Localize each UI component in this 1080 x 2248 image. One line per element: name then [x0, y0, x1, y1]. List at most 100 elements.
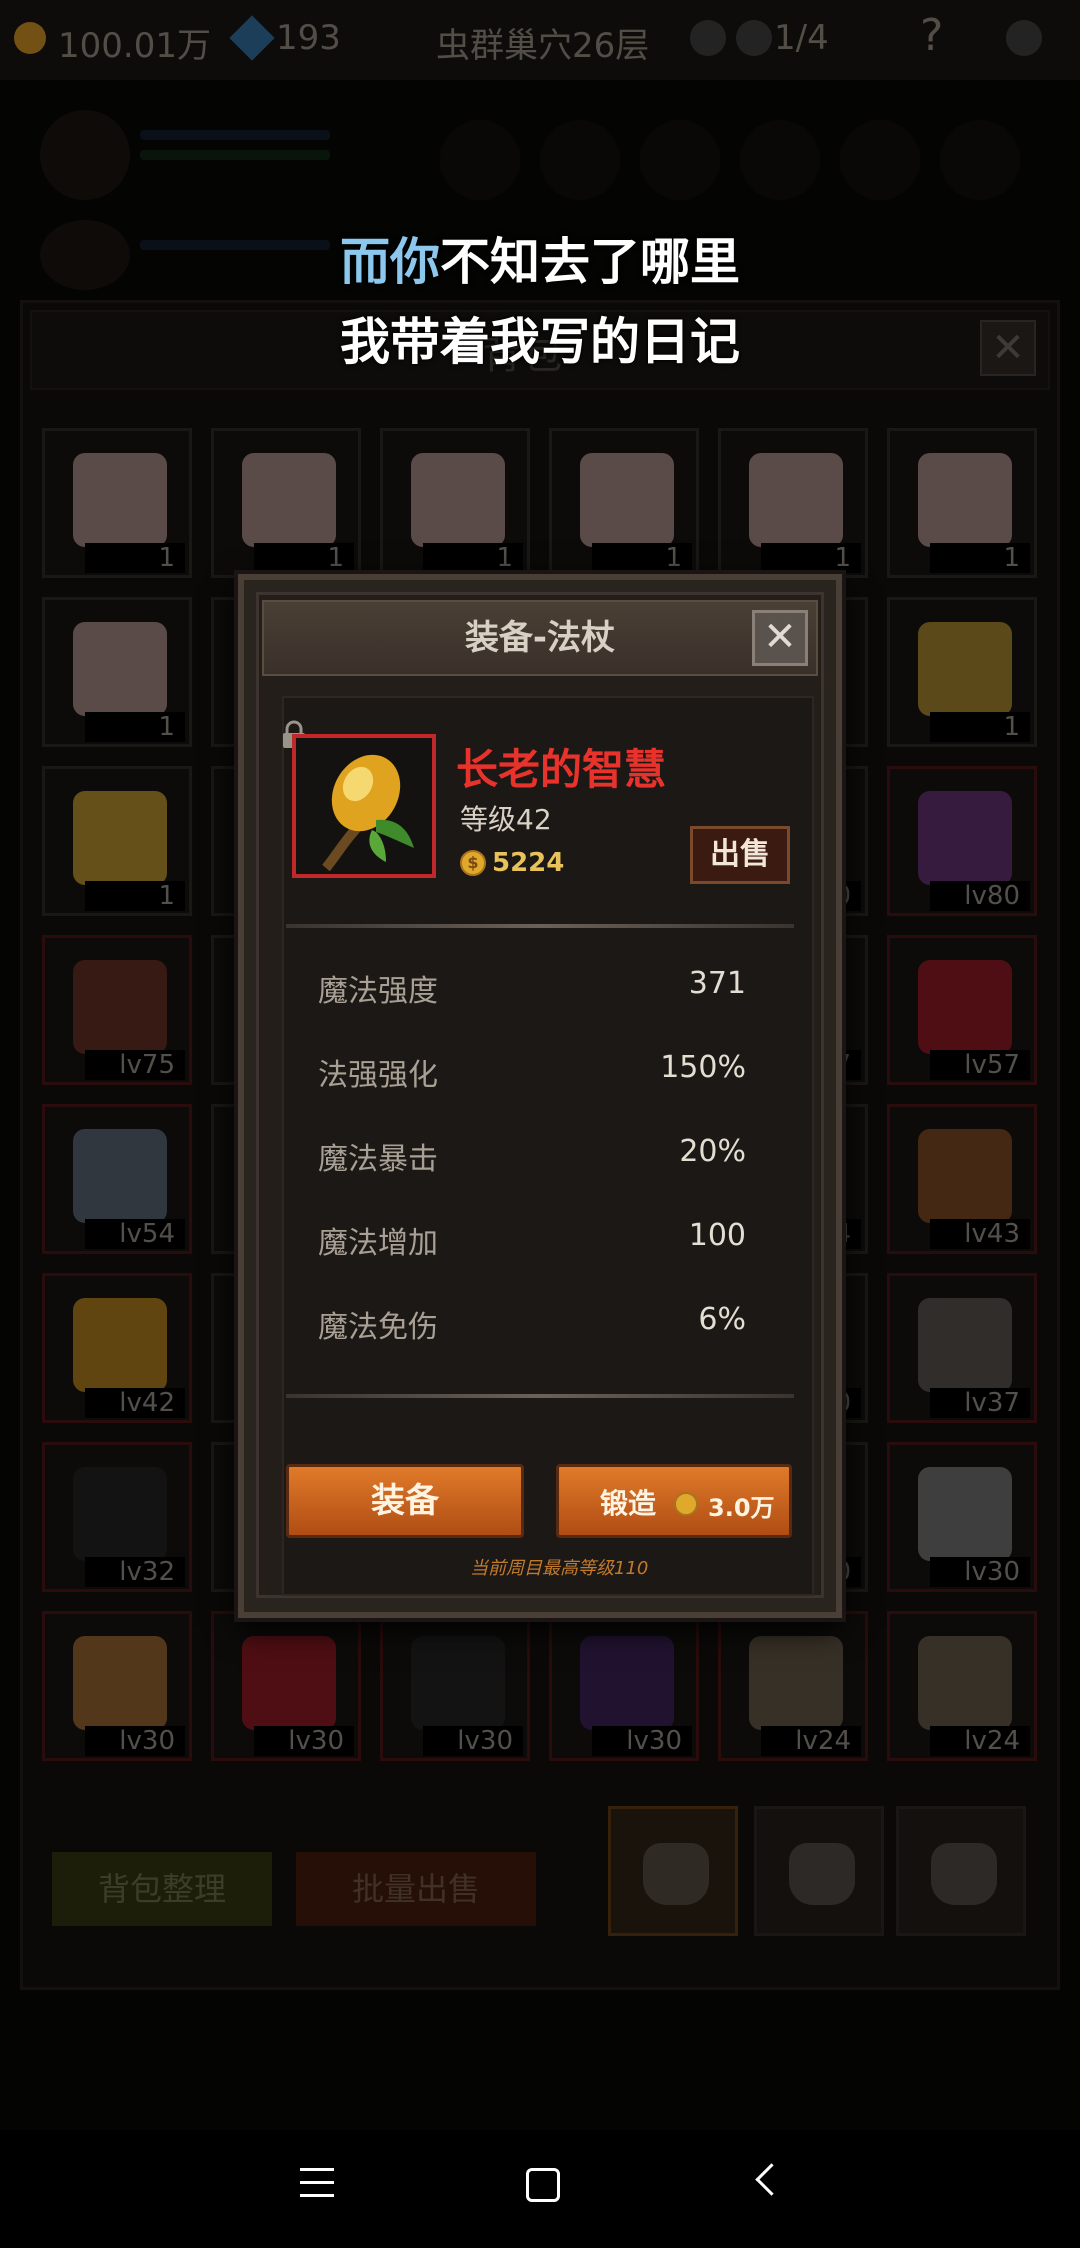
slot-label: 1 [423, 543, 523, 573]
backpack-slot[interactable]: lv32 [42, 1442, 192, 1592]
staff-icon [322, 754, 414, 872]
backpack-slot[interactable]: 1 [549, 428, 699, 578]
stat-value: 100 [688, 1218, 746, 1253]
helm-icon [918, 1636, 1012, 1730]
slot-label: 1 [85, 543, 185, 573]
slot-label: 1 [930, 712, 1030, 742]
slot-label: 1 [592, 543, 692, 573]
backpack-slot[interactable]: lv24 [718, 1611, 868, 1761]
backpack-slot[interactable]: lv37 [887, 1273, 1037, 1423]
backpack-slot[interactable]: 1 [887, 597, 1037, 747]
skill-slot [440, 120, 520, 200]
stat-label: 魔法暴击 [318, 1142, 438, 1177]
item-name: 长老的智慧 [456, 745, 667, 794]
horn-icon [73, 1636, 167, 1730]
hero-row-1 [20, 100, 1060, 210]
backpack-slot[interactable]: lv24 [887, 1611, 1037, 1761]
equip-button[interactable]: 装备 [286, 1464, 524, 1538]
hero-hp-bar [140, 130, 330, 140]
backpack-slot[interactable]: lv80 [887, 766, 1037, 916]
gem-amount: 193 [276, 18, 341, 58]
backpack-slot[interactable]: 1 [42, 597, 192, 747]
backpack-slot[interactable]: lv30 [887, 1442, 1037, 1592]
backpack-slot[interactable]: 1 [718, 428, 868, 578]
settings-icon[interactable] [1006, 20, 1042, 56]
hero-avatar [40, 110, 130, 200]
backpack-slot[interactable]: lv43 [887, 1104, 1037, 1254]
item-level: 等级42 [460, 803, 552, 836]
slot-label: 1 [761, 543, 861, 573]
hammer-icon [918, 1298, 1012, 1392]
sort-backpack-button[interactable]: 背包整理 [52, 1852, 272, 1926]
backpack-slot[interactable]: lv30 [42, 1611, 192, 1761]
slot-label: lv42 [85, 1388, 185, 1418]
slot-label: 1 [254, 543, 354, 573]
forge-label: 锻造 [600, 1487, 657, 1520]
dialog-title: 装备-法杖 [464, 618, 616, 658]
stat-label: 法强强化 [318, 1058, 438, 1093]
home-icon[interactable] [526, 2168, 560, 2202]
lyric-rest: 不知去了哪里 [440, 233, 740, 291]
backpack-slot[interactable]: lv75 [42, 935, 192, 1085]
backpack-slot[interactable]: lv30 [380, 1611, 530, 1761]
cake-icon [918, 453, 1012, 547]
backpack-slot[interactable]: 1 [380, 428, 530, 578]
skill-slot [940, 120, 1020, 200]
slot-label: lv54 [85, 1219, 185, 1249]
backpack-slot[interactable]: 1 [42, 428, 192, 578]
cake-icon [242, 453, 336, 547]
help-button[interactable]: ? [920, 10, 943, 61]
slot-label: 1 [85, 712, 185, 742]
beer-icon [918, 622, 1012, 716]
divider-top [286, 924, 794, 928]
slot-label: lv30 [930, 1557, 1030, 1587]
cake-icon [580, 453, 674, 547]
slot-label: lv24 [761, 1726, 861, 1756]
menu-icon[interactable] [300, 2168, 334, 2198]
stat-label: 魔法免伤 [318, 1310, 438, 1345]
slot-label: 1 [85, 881, 185, 911]
bag-tab-2[interactable] [754, 1806, 884, 1936]
bag-tab-3[interactable] [896, 1806, 1026, 1936]
amulet-icon [918, 960, 1012, 1054]
lyric-line-1: 而你不知去了哪里 [0, 222, 1080, 294]
top-hud: 100.01万 193 虫群巢穴26层 1/4 ? [0, 0, 1080, 80]
slot-label: lv30 [254, 1726, 354, 1756]
bulk-sell-button[interactable]: 批量出售 [296, 1852, 536, 1926]
gem-icon [229, 15, 275, 61]
backpack-slot[interactable]: 1 [211, 428, 361, 578]
trident-icon [918, 1129, 1012, 1223]
bag-tab-1[interactable] [608, 1806, 738, 1936]
backpack-slot[interactable]: lv57 [887, 935, 1037, 1085]
forge-cost: 3.0万 [708, 1494, 775, 1522]
kill-counter: 1/4 [774, 18, 829, 58]
slot-label: lv57 [930, 1050, 1030, 1080]
dialog-close-button[interactable]: ✕ [752, 610, 808, 666]
amulet-icon [242, 1636, 336, 1730]
stat-value: 371 [688, 966, 746, 1001]
backpack-slot[interactable]: lv30 [549, 1611, 699, 1761]
skill-slot [640, 120, 720, 200]
gold-coin-icon [14, 22, 46, 54]
armor-icon [73, 1467, 167, 1561]
stat-label: 魔法强度 [318, 974, 438, 1009]
location-label: 虫群巢穴26层 [436, 26, 650, 66]
backpack-slot[interactable]: lv54 [42, 1104, 192, 1254]
slot-label: lv37 [930, 1388, 1030, 1418]
box-icon [73, 1129, 167, 1223]
stat-label: 魔法增加 [318, 1226, 438, 1261]
coin-icon [674, 1492, 698, 1516]
staff-icon [73, 1298, 167, 1392]
sell-button[interactable]: 出售 [690, 826, 790, 884]
gun-icon [918, 791, 1012, 885]
backpack-slot[interactable]: 1 [42, 766, 192, 916]
backpack-slot[interactable]: lv30 [211, 1611, 361, 1761]
backpack-slot[interactable]: 1 [887, 428, 1037, 578]
helm-icon [749, 1636, 843, 1730]
backpack-slot[interactable]: lv42 [42, 1273, 192, 1423]
stat-value: 6% [698, 1302, 746, 1337]
cake-icon [73, 622, 167, 716]
stat-value: 20% [679, 1134, 746, 1169]
slot-label: lv30 [85, 1726, 185, 1756]
slot-label: lv30 [423, 1726, 523, 1756]
